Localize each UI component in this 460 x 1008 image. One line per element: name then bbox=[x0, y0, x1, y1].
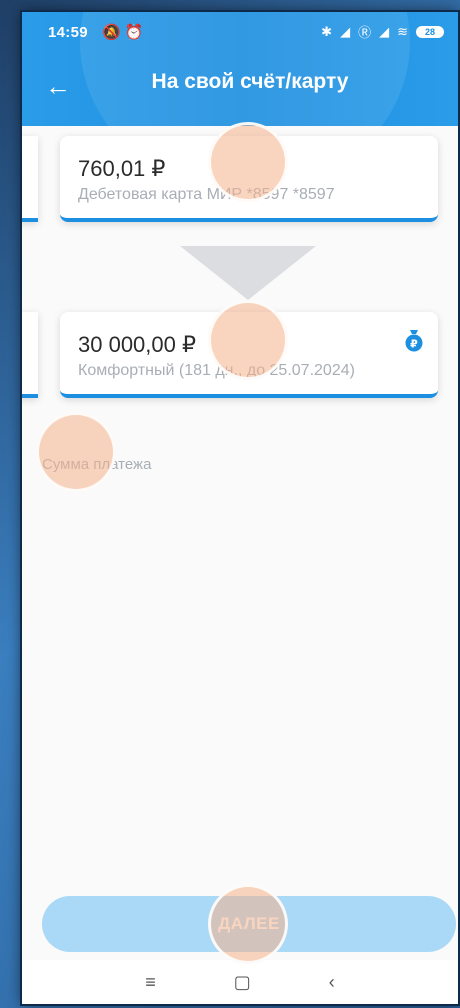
battery-icon: 28 bbox=[416, 25, 444, 38]
to-card-prev[interactable] bbox=[22, 312, 38, 398]
menu-icon[interactable]: ≡ bbox=[145, 972, 156, 993]
touch-indicator bbox=[208, 884, 288, 964]
transfer-content: 760,01 ₽ Дебетовая карта МИР *8597 *8597… bbox=[22, 122, 458, 1004]
wifi-icon: ≋ bbox=[397, 23, 408, 39]
signal-icon: ◢ bbox=[340, 23, 351, 39]
from-card-prev[interactable] bbox=[22, 136, 38, 222]
touch-indicator bbox=[208, 300, 288, 380]
roaming-icon: Ⓡ bbox=[358, 25, 372, 40]
svg-text:₽: ₽ bbox=[410, 338, 418, 351]
home-icon[interactable]: ▢ bbox=[234, 972, 251, 993]
app-header: 14:59 🔕 ⏰ ✱ ◢ Ⓡ ◢ ≋ 28 ← На свой счёт/ка… bbox=[22, 12, 458, 126]
to-amount: 30 000,00 ₽ bbox=[78, 332, 196, 357]
status-time: 14:59 bbox=[48, 24, 88, 41]
notification-icons: 🔕 ⏰ bbox=[102, 24, 144, 41]
touch-indicator bbox=[208, 122, 288, 202]
nav-back-icon[interactable]: ‹ bbox=[329, 972, 335, 993]
bluetooth-icon: ✱ bbox=[321, 23, 333, 39]
status-bar: 14:59 🔕 ⏰ ✱ ◢ Ⓡ ◢ ≋ 28 bbox=[22, 12, 458, 52]
system-icons: ✱ ◢ Ⓡ ◢ ≋ 28 bbox=[321, 22, 444, 41]
phone-screen: 14:59 🔕 ⏰ ✱ ◢ Ⓡ ◢ ≋ 28 ← На свой счёт/ка… bbox=[22, 12, 458, 1004]
back-arrow-icon[interactable]: ← bbox=[38, 66, 78, 106]
moneybag-ruble-icon: ₽ bbox=[405, 330, 423, 352]
transfer-arrow-icon bbox=[180, 246, 316, 300]
from-amount: 760,01 ₽ bbox=[78, 156, 166, 181]
page-title: На свой счёт/карту bbox=[151, 70, 349, 93]
signal-icon-2: ◢ bbox=[379, 23, 390, 39]
touch-indicator bbox=[36, 412, 116, 492]
system-nav-bar: ≡ ▢ ‹ bbox=[22, 960, 458, 1004]
